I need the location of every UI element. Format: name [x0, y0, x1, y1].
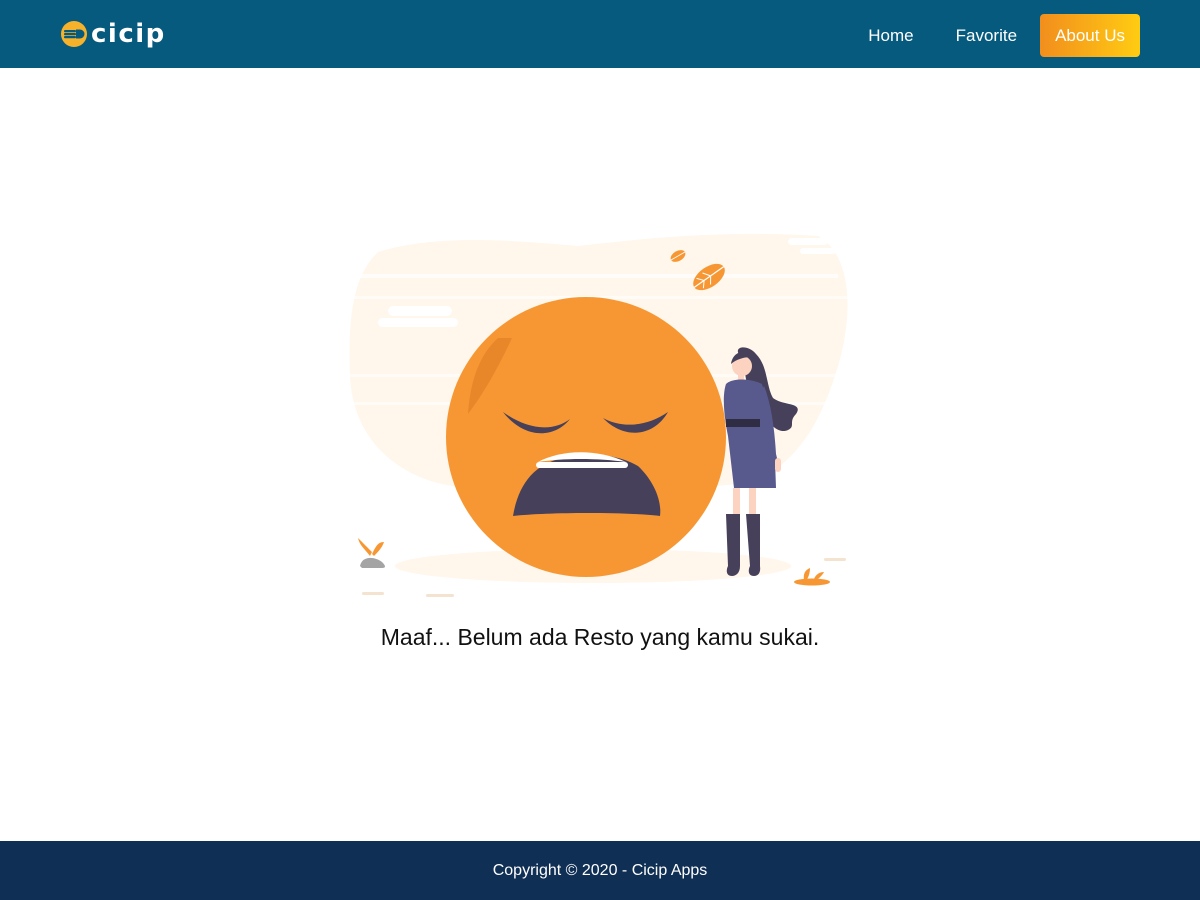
copyright-text: Copyright © 2020 - Cicip Apps — [492, 862, 708, 879]
nav-about-us-button[interactable]: About Us — [1040, 14, 1140, 57]
navbar: cicip Home Favorite About Us — [0, 0, 1200, 68]
ground-leaves — [794, 568, 830, 586]
footer: Copyright © 2020 - Cicip Apps — [0, 841, 1200, 900]
sad-emoji-face — [446, 297, 726, 577]
brand-logo[interactable]: cicip — [60, 17, 166, 51]
main-nav: Home Favorite About Us — [847, 14, 1140, 57]
empty-favorites-message: Maaf... Belum ada Resto yang kamu sukai. — [380, 624, 820, 650]
left-boot — [726, 514, 740, 576]
rock-with-sprout — [358, 538, 385, 568]
nav-favorite-link[interactable]: Favorite — [935, 14, 1038, 57]
nav-home-link[interactable]: Home — [847, 14, 934, 57]
brand-name: cicip — [91, 19, 166, 49]
sad-emoji-illustration — [348, 233, 848, 597]
fork-logo-icon — [61, 21, 87, 47]
